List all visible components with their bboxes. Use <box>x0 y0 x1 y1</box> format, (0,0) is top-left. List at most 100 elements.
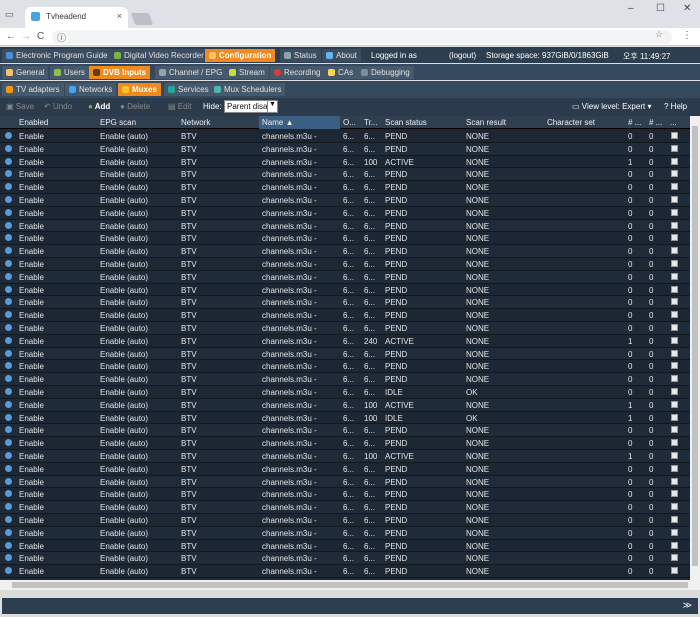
row-checkbox[interactable] <box>671 336 678 344</box>
row-expand-icon[interactable] <box>5 528 12 536</box>
row-checkbox[interactable] <box>671 324 678 331</box>
col-charset[interactable]: Character set <box>547 118 625 127</box>
table-row[interactable]: Enable Enable (auto) BTV channels.m3u - 6...… <box>0 258 690 271</box>
table-row[interactable]: Enable Enable (auto) BTV channels.m3u - 6...… <box>0 488 690 502</box>
vertical-scrollbar[interactable] <box>690 116 700 580</box>
tab-recording[interactable]: Recording <box>270 66 325 79</box>
row-checkbox[interactable] <box>671 247 678 255</box>
tab-services[interactable]: Services <box>164 83 213 96</box>
table-row[interactable]: Enable Enable (auto) BTV channels.m3u - 6...… <box>0 450 690 463</box>
row-checkbox[interactable] <box>671 298 678 306</box>
row-expand-icon[interactable] <box>5 413 12 421</box>
view-level-select[interactable]: ▭ View level: Expert ▾ <box>572 102 651 111</box>
table-row[interactable]: Enable Enable (auto) BTV channels.m3u - 6...… <box>0 347 690 361</box>
row-expand-icon[interactable] <box>5 477 12 485</box>
site-info-icon[interactable]: ⓘ <box>57 31 66 44</box>
browser-menu-icon[interactable]: ⋮ <box>682 30 692 41</box>
table-row[interactable]: Enable Enable (auto) BTV channels.m3u - 6...… <box>0 360 690 374</box>
row-expand-icon[interactable] <box>5 464 12 472</box>
address-input[interactable]: ⓘ <box>52 30 672 44</box>
row-checkbox[interactable] <box>671 375 678 383</box>
tab-users[interactable]: Users <box>50 66 89 79</box>
col-network[interactable]: Network <box>181 118 259 127</box>
undo-button[interactable]: ↶ Undo <box>44 102 72 111</box>
row-expand-icon[interactable] <box>5 272 12 280</box>
forward-icon[interactable]: → <box>21 31 31 42</box>
row-checkbox[interactable] <box>671 400 678 408</box>
tab-dvb-inputs[interactable]: DVB Inputs <box>89 66 151 79</box>
row-checkbox[interactable] <box>671 541 678 549</box>
table-row[interactable]: Enable Enable (auto) BTV channels.m3u - 6...… <box>0 156 690 169</box>
tab-channel-epg[interactable]: Channel / EPG <box>155 66 227 79</box>
table-row[interactable]: Enable Enable (auto) BTV channels.m3u - 6...… <box>0 475 690 489</box>
table-row[interactable]: Enable Enable (auto) BTV channels.m3u - 6...… <box>0 398 690 412</box>
row-checkbox[interactable] <box>671 144 678 152</box>
row-checkbox[interactable] <box>671 196 678 203</box>
row-checkbox[interactable] <box>671 452 678 459</box>
col-more[interactable]: ... <box>670 118 686 127</box>
row-checkbox[interactable] <box>671 439 678 447</box>
row-expand-icon[interactable] <box>5 439 12 447</box>
row-expand-icon[interactable] <box>5 260 12 267</box>
window-menu-icon[interactable]: ▭ <box>5 9 15 19</box>
table-row[interactable]: Enable Enable (auto) BTV channels.m3u - 6...… <box>0 130 690 143</box>
row-checkbox[interactable] <box>671 426 678 434</box>
table-row[interactable]: Enable Enable (auto) BTV channels.m3u - 6...… <box>0 181 690 194</box>
col-num-services[interactable]: # ... <box>628 118 646 127</box>
save-button[interactable]: ▣ Save <box>6 102 34 111</box>
row-expand-icon[interactable] <box>5 311 12 319</box>
table-row[interactable]: Enable Enable (auto) BTV channels.m3u - 6...… <box>0 373 690 386</box>
row-expand-icon[interactable] <box>5 452 12 459</box>
col-transport[interactable]: Tr... <box>364 118 382 127</box>
row-checkbox[interactable] <box>671 170 678 178</box>
table-row[interactable]: Enable Enable (auto) BTV channels.m3u - 6...… <box>0 424 690 438</box>
row-expand-icon[interactable] <box>5 400 12 408</box>
scrollbar-thumb-h[interactable] <box>12 582 688 588</box>
new-tab-button[interactable] <box>130 13 154 25</box>
table-row[interactable]: Enable Enable (auto) BTV channels.m3u - 6...… <box>0 437 690 450</box>
logout-link[interactable]: (logout) <box>449 51 476 60</box>
row-checkbox[interactable] <box>671 464 678 472</box>
row-expand-icon[interactable] <box>5 503 12 511</box>
tab-debugging[interactable]: Debugging <box>357 66 414 79</box>
row-checkbox[interactable] <box>671 503 678 511</box>
horizontal-scrollbar[interactable] <box>0 580 700 590</box>
row-expand-icon[interactable] <box>5 554 12 562</box>
table-row[interactable]: Enable Enable (auto) BTV channels.m3u - 6...… <box>0 270 690 284</box>
col-orbital[interactable]: O... <box>343 118 361 127</box>
tab-about[interactable]: About <box>322 49 361 62</box>
row-checkbox[interactable] <box>671 349 678 357</box>
row-expand-icon[interactable] <box>5 157 12 165</box>
tab-general[interactable]: General <box>2 66 49 79</box>
row-expand-icon[interactable] <box>5 541 12 549</box>
row-expand-icon[interactable] <box>5 375 12 383</box>
back-icon[interactable]: ← <box>6 31 16 42</box>
table-row[interactable]: Enable Enable (auto) BTV channels.m3u - 6...… <box>0 284 690 297</box>
col-name[interactable]: Name ▲ <box>262 118 340 127</box>
tab-status[interactable]: Status <box>280 49 321 62</box>
edit-button[interactable]: ▤ Edit <box>168 102 192 111</box>
table-row[interactable]: Enable Enable (auto) BTV channels.m3u - 6...… <box>0 168 690 182</box>
row-expand-icon[interactable] <box>5 196 12 203</box>
reload-icon[interactable]: C <box>37 31 44 42</box>
add-button[interactable]: ● Add <box>88 102 110 111</box>
table-row[interactable]: Enable Enable (auto) BTV channels.m3u - 6...… <box>0 232 690 246</box>
row-expand-icon[interactable] <box>5 567 12 575</box>
row-expand-icon[interactable] <box>5 285 12 293</box>
tab-close-icon[interactable]: × <box>117 11 122 21</box>
hide-select[interactable]: Parent disa ▼ <box>224 100 278 113</box>
row-expand-icon[interactable] <box>5 234 12 242</box>
row-checkbox[interactable] <box>671 516 678 523</box>
row-checkbox[interactable] <box>671 183 678 191</box>
row-expand-icon[interactable] <box>5 183 12 191</box>
row-checkbox[interactable] <box>671 157 678 165</box>
tab-epg[interactable]: Electronic Program Guide <box>2 49 112 62</box>
tab-muxes[interactable]: Muxes <box>118 83 161 96</box>
table-row[interactable]: Enable Enable (auto) BTV channels.m3u - 6...… <box>0 296 690 310</box>
tab-configuration[interactable]: Configuration <box>205 49 276 62</box>
tab-tv-adapters[interactable]: TV adapters <box>2 83 64 96</box>
row-checkbox[interactable] <box>671 413 678 421</box>
row-expand-icon[interactable] <box>5 349 12 357</box>
minimize-button[interactable]: – <box>628 3 634 14</box>
row-checkbox[interactable] <box>671 388 678 395</box>
